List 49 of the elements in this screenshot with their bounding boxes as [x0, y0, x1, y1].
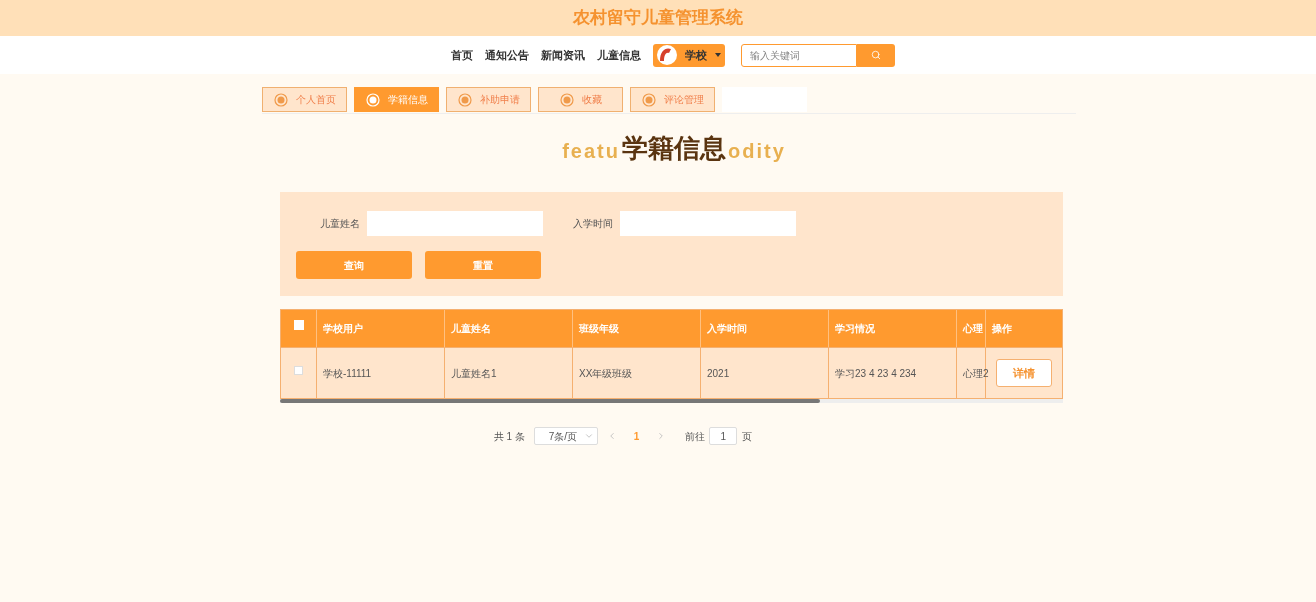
- user-menu-button[interactable]: 学校: [653, 43, 725, 67]
- page-number[interactable]: 1: [625, 428, 648, 444]
- filter-input[interactable]: [367, 211, 543, 236]
- avatar-icon: [657, 45, 677, 65]
- table-cell-text: 2021: [707, 366, 730, 381]
- search-icon: [871, 50, 881, 60]
- goto-input[interactable]: 1: [709, 427, 738, 445]
- search-field[interactable]: 输入关键词: [741, 43, 857, 67]
- table-cell-text: 儿童姓名1: [451, 366, 497, 381]
- tab[interactable]: 个人首页: [262, 87, 347, 112]
- tab[interactable]: 补助申请: [446, 87, 531, 112]
- table-cell-text: 学校-11111: [323, 366, 372, 381]
- goto-label: 前往: [685, 429, 706, 444]
- column-header: 学校用户: [323, 322, 363, 336]
- checkbox[interactable]: [293, 320, 304, 330]
- filter-button[interactable]: 重置: [425, 251, 541, 279]
- column-header: 心理: [963, 322, 983, 336]
- goto-suffix: 页: [742, 429, 753, 444]
- nav-link[interactable]: 新闻资讯: [541, 46, 585, 64]
- scrollbar-thumb[interactable]: [280, 399, 820, 403]
- filter-label: 入学时间: [573, 217, 613, 231]
- nav-link[interactable]: 儿童信息: [597, 46, 641, 64]
- table-cell-text: XX年级班级: [579, 366, 633, 381]
- table-cell-text: 学习23 4 23 4 234: [835, 366, 917, 381]
- nav-link[interactable]: 首页: [451, 46, 473, 64]
- page-size-select[interactable]: 7条/页: [533, 427, 598, 445]
- detail-button[interactable]: 详情: [996, 359, 1052, 387]
- site-title: 农村留守儿童管理系统: [573, 7, 743, 30]
- checkbox[interactable]: [294, 366, 303, 375]
- tab[interactable]: 收藏: [538, 87, 623, 112]
- search-button[interactable]: [857, 43, 895, 67]
- column-header: 学习情况: [835, 322, 875, 336]
- filter-button[interactable]: 查询: [296, 251, 412, 279]
- backdrop-text: featu: [562, 139, 620, 164]
- page-title: 学籍信息: [622, 132, 726, 165]
- chevron-down-icon: [583, 431, 594, 441]
- backdrop-text: odity: [728, 139, 786, 164]
- column-header: 操作: [992, 322, 1012, 336]
- nav-link[interactable]: 通知公告: [485, 46, 529, 64]
- total-count: 共 1 条: [493, 429, 525, 444]
- tab[interactable]: 学籍信息: [354, 87, 439, 112]
- column-header: 儿童姓名: [451, 322, 491, 336]
- caret-icon: [715, 53, 721, 57]
- filter-label: 儿童姓名: [320, 217, 360, 231]
- column-header: 入学时间: [707, 322, 747, 336]
- column-header: 班级年级: [579, 322, 619, 336]
- table-cell-text: 心理2: [963, 366, 989, 381]
- filter-input[interactable]: [620, 211, 796, 236]
- tab[interactable]: 评论管理: [630, 87, 715, 112]
